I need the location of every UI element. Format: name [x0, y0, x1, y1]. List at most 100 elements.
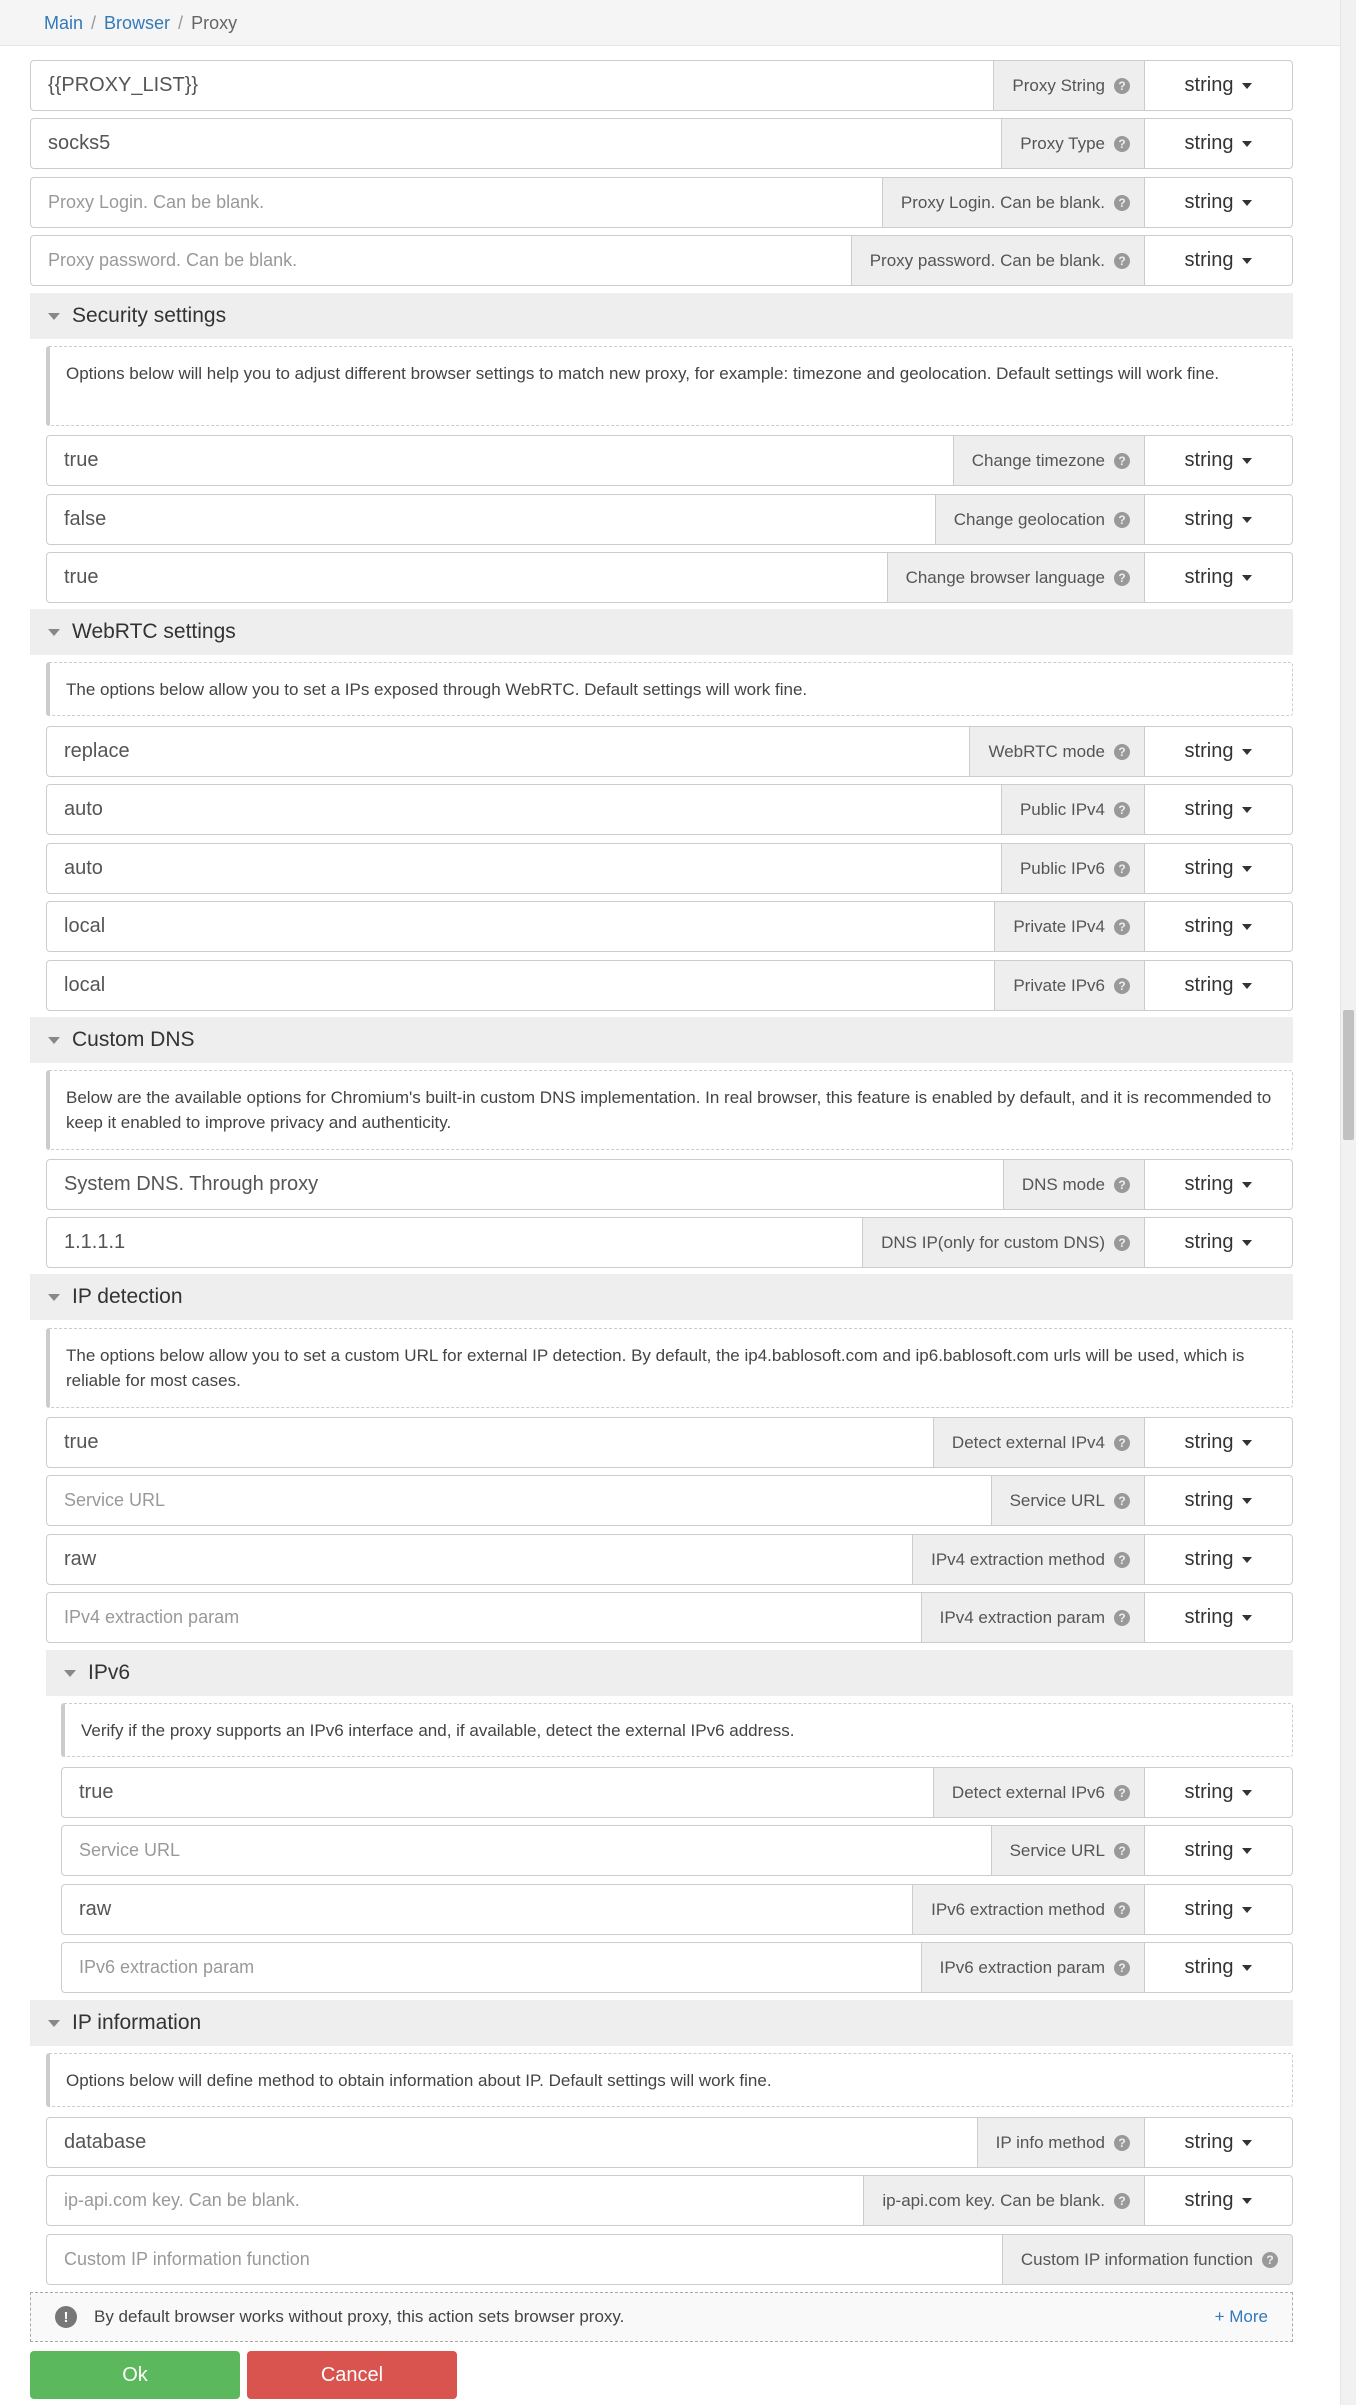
ipv6-param-input[interactable]: IPv6 extraction param — [61, 1942, 922, 1993]
exclamation-icon: ! — [55, 2306, 77, 2328]
type-dropdown[interactable]: string — [1145, 1159, 1293, 1210]
type-dropdown[interactable]: string — [1145, 784, 1293, 835]
public-ipv4-input[interactable]: auto — [46, 784, 1002, 835]
private-ipv4-input[interactable]: local — [46, 901, 996, 952]
dns-ip-input[interactable]: 1.1.1.1 — [46, 1217, 864, 1268]
section-security-header[interactable]: Security settings — [30, 293, 1293, 339]
help-icon[interactable]: ? — [1114, 1434, 1130, 1451]
type-dropdown[interactable]: string — [1145, 1217, 1293, 1268]
private-ipv6-row: local Private IPv6? string — [46, 960, 1293, 1011]
ip-info-method-input[interactable]: database — [46, 2117, 978, 2168]
scrollbar[interactable] — [1340, 0, 1356, 2405]
change-geolocation-input[interactable]: false — [46, 494, 936, 545]
type-dropdown[interactable]: string — [1145, 494, 1293, 545]
type-dropdown[interactable]: string — [1145, 1592, 1293, 1643]
help-icon[interactable]: ? — [1114, 1609, 1130, 1626]
help-icon[interactable]: ? — [1114, 77, 1130, 94]
help-icon[interactable]: ? — [1114, 801, 1130, 818]
ipv4-method-input[interactable]: raw — [46, 1534, 914, 1585]
help-icon[interactable]: ? — [1114, 1176, 1130, 1193]
type-dropdown[interactable]: string — [1145, 1825, 1293, 1876]
help-icon[interactable]: ? — [1114, 194, 1130, 211]
help-icon[interactable]: ? — [1114, 569, 1130, 586]
type-dropdown[interactable]: string — [1145, 901, 1293, 952]
help-icon[interactable]: ? — [1114, 452, 1130, 469]
type-dropdown[interactable]: string — [1145, 1767, 1293, 1818]
change-language-input[interactable]: true — [46, 552, 888, 603]
help-icon[interactable]: ? — [1114, 860, 1130, 877]
scrollbar-thumb[interactable] — [1343, 1010, 1354, 1140]
dns-mode-input[interactable]: System DNS. Through proxy — [46, 1159, 1004, 1210]
help-icon[interactable]: ? — [1114, 252, 1130, 269]
section-webrtc-header[interactable]: WebRTC settings — [30, 609, 1293, 655]
type-dropdown[interactable]: string — [1145, 552, 1293, 603]
dns-info-box: Below are the available options for Chro… — [46, 1070, 1293, 1150]
public-ipv6-input[interactable]: auto — [46, 843, 1002, 894]
custom-ip-function-input[interactable]: Custom IP information function — [46, 2234, 1003, 2285]
proxy-login-input[interactable]: Proxy Login. Can be blank. — [30, 177, 883, 228]
detect-ipv4-label: Detect external IPv4? — [933, 1417, 1145, 1468]
change-timezone-input[interactable]: true — [46, 435, 954, 486]
help-icon[interactable]: ? — [1262, 2251, 1278, 2268]
type-dropdown[interactable]: string — [1145, 118, 1293, 169]
type-dropdown[interactable]: string — [1145, 2175, 1293, 2226]
ok-button[interactable]: Ok — [30, 2351, 240, 2399]
help-icon[interactable]: ? — [1114, 2192, 1130, 2209]
webrtc-mode-row: replace WebRTC mode? string — [46, 726, 1293, 777]
detect-ipv4-input[interactable]: true — [46, 1417, 934, 1468]
type-dropdown[interactable]: string — [1145, 726, 1293, 777]
breadcrumb-browser-link[interactable]: Browser — [104, 13, 170, 33]
type-dropdown[interactable]: string — [1145, 960, 1293, 1011]
private-ipv6-input[interactable]: local — [46, 960, 996, 1011]
type-dropdown[interactable]: string — [1145, 60, 1293, 111]
type-dropdown[interactable]: string — [1145, 235, 1293, 286]
service-url-v6-input[interactable]: Service URL — [61, 1825, 992, 1876]
help-icon[interactable]: ? — [1114, 1901, 1130, 1918]
help-icon[interactable]: ? — [1114, 1492, 1130, 1509]
section-ipdetect-header[interactable]: IP detection — [30, 1274, 1293, 1320]
proxy-string-input[interactable]: {{PROXY_LIST}} — [30, 60, 995, 111]
type-dropdown[interactable]: string — [1145, 1942, 1293, 1993]
help-icon[interactable]: ? — [1114, 135, 1130, 152]
help-icon[interactable]: ? — [1114, 2134, 1130, 2151]
help-icon[interactable]: ? — [1114, 511, 1130, 528]
ipv6-method-row: raw IPv6 extraction method? string — [61, 1884, 1293, 1935]
type-dropdown[interactable]: string — [1145, 1417, 1293, 1468]
help-icon[interactable]: ? — [1114, 1959, 1130, 1976]
proxy-password-input[interactable]: Proxy password. Can be blank. — [30, 235, 852, 286]
help-icon[interactable]: ? — [1114, 918, 1130, 935]
type-dropdown[interactable]: string — [1145, 1475, 1293, 1526]
type-dropdown[interactable]: string — [1145, 435, 1293, 486]
breadcrumb-main-link[interactable]: Main — [44, 13, 83, 33]
service-url-v4-input[interactable]: Service URL — [46, 1475, 992, 1526]
help-icon[interactable]: ? — [1114, 1551, 1130, 1568]
type-dropdown[interactable]: string — [1145, 843, 1293, 894]
section-dns-header[interactable]: Custom DNS — [30, 1017, 1293, 1063]
type-dropdown[interactable]: string — [1145, 1884, 1293, 1935]
ipv6-method-input[interactable]: raw — [61, 1884, 914, 1935]
help-icon[interactable]: ? — [1114, 743, 1130, 760]
ipdetect-info-box: The options below allow you to set a cus… — [46, 1328, 1293, 1408]
ipapi-key-input[interactable]: ip-api.com key. Can be blank. — [46, 2175, 865, 2226]
type-dropdown[interactable]: string — [1145, 177, 1293, 228]
webrtc-mode-input[interactable]: replace — [46, 726, 971, 777]
proxy-type-input[interactable]: socks5 — [30, 118, 1003, 169]
help-icon[interactable]: ? — [1114, 977, 1130, 994]
ipv4-param-input[interactable]: IPv4 extraction param — [46, 1592, 922, 1643]
caret-down-icon — [1242, 257, 1253, 264]
section-ipv6-header[interactable]: IPv6 — [46, 1650, 1293, 1696]
help-icon[interactable]: ? — [1114, 1784, 1130, 1801]
type-dropdown[interactable]: string — [1145, 1534, 1293, 1585]
proxy-login-row: Proxy Login. Can be blank. Proxy Login. … — [30, 177, 1293, 228]
detect-ipv6-input[interactable]: true — [61, 1767, 934, 1818]
section-ipinfo-header[interactable]: IP information — [30, 2000, 1293, 2046]
cancel-button[interactable]: Cancel — [247, 2351, 457, 2399]
type-dropdown[interactable]: string — [1145, 2117, 1293, 2168]
caret-down-icon — [1242, 574, 1253, 581]
help-icon[interactable]: ? — [1114, 1842, 1130, 1859]
caret-down-icon — [1242, 457, 1253, 464]
caret-down-icon — [1242, 1497, 1253, 1504]
help-icon[interactable]: ? — [1114, 1234, 1130, 1251]
more-link[interactable]: + More — [1215, 2307, 1268, 2327]
ip-info-method-label: IP info method? — [977, 2117, 1145, 2168]
